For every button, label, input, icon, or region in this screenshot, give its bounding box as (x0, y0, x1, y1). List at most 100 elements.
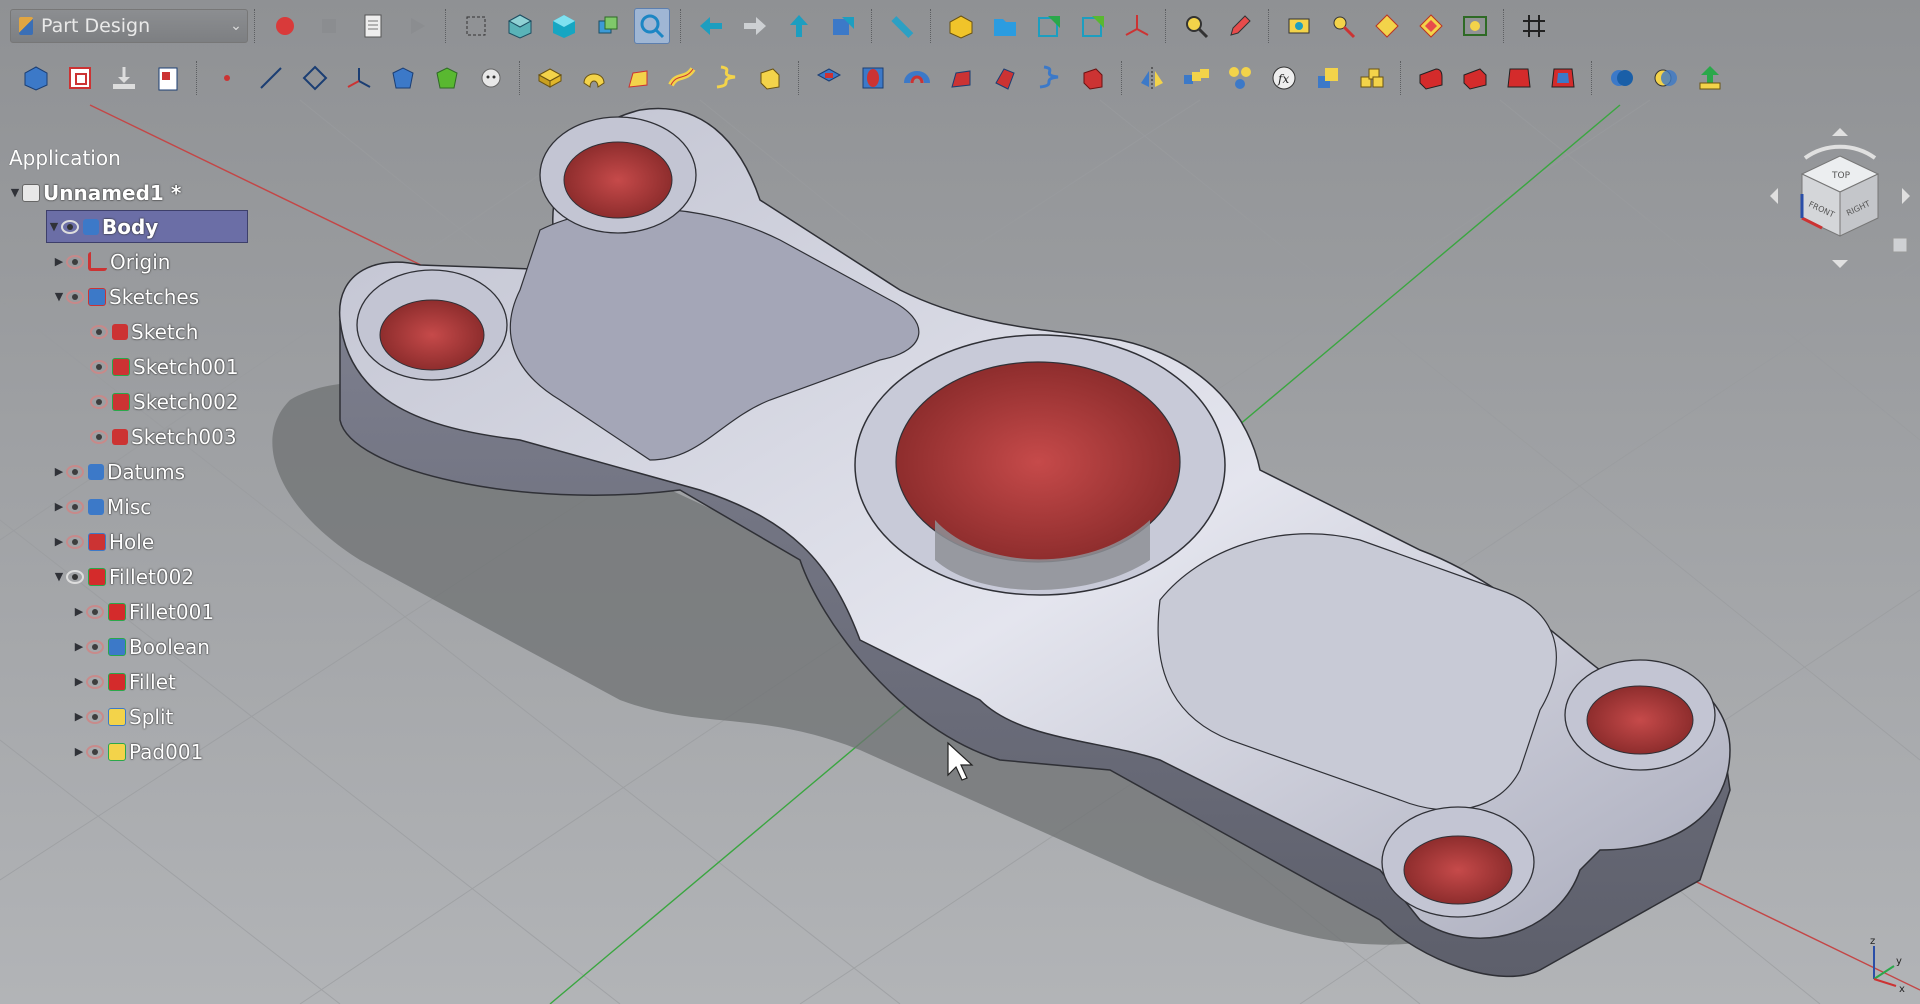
tree-item-sketch002[interactable]: Sketch002 (90, 385, 239, 418)
clone-button[interactable] (473, 60, 509, 96)
linear-pattern-button[interactable] (1178, 60, 1214, 96)
expand-arrow-icon[interactable]: ▶ (72, 640, 86, 653)
tree-item-misc[interactable]: ▶ Misc (52, 490, 151, 523)
visibility-eye-icon[interactable] (66, 289, 84, 304)
tree-item-fillet[interactable]: ▶ Fillet (72, 665, 176, 698)
tree-item-fillet002[interactable]: ▼ Fillet002 (52, 560, 194, 593)
expand-arrow-icon[interactable]: ▶ (52, 465, 66, 478)
split-button[interactable] (1648, 60, 1684, 96)
collapse-arrow-icon[interactable]: ▼ (52, 570, 66, 583)
subtractive-pipe-button[interactable] (987, 60, 1023, 96)
subtractive-helix-button[interactable] (1031, 60, 1067, 96)
macro-run-button[interactable] (399, 8, 435, 44)
view-isometric-button[interactable] (502, 8, 538, 44)
visibility-eye-icon[interactable] (66, 464, 84, 479)
additive-primitive-button[interactable] (752, 60, 788, 96)
sub-shape-binder-button[interactable] (150, 60, 186, 96)
sync-view-button[interactable] (1281, 8, 1317, 44)
toggle-grid-button[interactable] (1516, 8, 1552, 44)
tree-item-split[interactable]: ▶ Split (72, 700, 174, 733)
origin-button[interactable] (1119, 8, 1155, 44)
visibility-eye-icon[interactable] (86, 709, 104, 724)
visibility-eye-icon[interactable] (61, 219, 79, 234)
visibility-eye-icon[interactable] (90, 394, 108, 409)
macro-stop-button[interactable] (311, 8, 347, 44)
collapse-arrow-icon[interactable]: ▼ (52, 290, 66, 303)
up-button[interactable] (781, 8, 817, 44)
subtractive-primitive-button[interactable] (1075, 60, 1111, 96)
make-link-button[interactable] (1031, 8, 1067, 44)
additive-pipe-button[interactable] (664, 60, 700, 96)
macro-record-button[interactable] (267, 8, 303, 44)
visibility-eye-icon[interactable] (86, 604, 104, 619)
multi-pattern-button[interactable] (1354, 60, 1390, 96)
pad-button[interactable] (532, 60, 568, 96)
record-selection-button[interactable] (1457, 8, 1493, 44)
pocket-button[interactable] (811, 60, 847, 96)
datum-line-button[interactable] (253, 60, 289, 96)
thickness-button[interactable] (1545, 60, 1581, 96)
tree-item-hole[interactable]: ▶ Hole (52, 525, 154, 558)
visibility-eye-icon[interactable] (90, 324, 108, 339)
expand-arrow-icon[interactable]: ▶ (72, 675, 86, 688)
visibility-eye-icon[interactable] (66, 569, 84, 584)
additive-helix-button[interactable] (708, 60, 744, 96)
tree-collapse-button[interactable] (1222, 8, 1258, 44)
scaled-button[interactable] (1310, 60, 1346, 96)
datum-plane-button[interactable] (297, 60, 333, 96)
fit-all-button[interactable] (634, 8, 670, 44)
std-views-button[interactable] (590, 8, 626, 44)
sub-binder-button[interactable] (429, 60, 465, 96)
create-sketch-button[interactable] (62, 60, 98, 96)
visibility-eye-icon[interactable] (86, 674, 104, 689)
tree-item-boolean[interactable]: ▶ Boolean (72, 630, 210, 663)
tree-item-sketch[interactable]: Sketch (90, 315, 198, 348)
box-select-button[interactable] (458, 8, 494, 44)
hole-button[interactable] (855, 60, 891, 96)
visibility-eye-icon[interactable] (66, 534, 84, 549)
shape-binder-button[interactable] (385, 60, 421, 96)
chamfer-button[interactable] (1457, 60, 1493, 96)
expand-arrow-icon[interactable]: ▶ (72, 605, 86, 618)
local-cs-button[interactable] (341, 60, 377, 96)
back-button[interactable] (693, 8, 729, 44)
visibility-eye-icon[interactable] (90, 359, 108, 374)
3d-viewport[interactable] (0, 0, 1920, 1004)
additive-loft-button[interactable] (620, 60, 656, 96)
navigation-cube[interactable]: TOP FRONT RIGHT (1760, 118, 1920, 278)
tree-item-origin[interactable]: ▶ Origin (52, 245, 171, 278)
visibility-eye-icon[interactable] (66, 499, 84, 514)
macro-edit-button[interactable] (355, 8, 391, 44)
arrow-left-icon[interactable] (1770, 188, 1778, 204)
draft-button[interactable] (1501, 60, 1537, 96)
visibility-eye-icon[interactable] (86, 744, 104, 759)
draw-style-button[interactable] (546, 8, 582, 44)
expand-arrow-icon[interactable]: ▶ (52, 500, 66, 513)
cube-menu-icon[interactable] (1892, 237, 1908, 253)
forward-button[interactable] (737, 8, 773, 44)
create-part-button[interactable] (943, 8, 979, 44)
tree-item-fillet001[interactable]: ▶ Fillet001 (72, 595, 214, 628)
datum-point-button[interactable] (209, 60, 245, 96)
tree-item-sketch001[interactable]: Sketch001 (90, 350, 239, 383)
boolean-button[interactable] (1604, 60, 1640, 96)
arrow-right-icon[interactable] (1902, 188, 1910, 204)
measure-button[interactable] (884, 8, 920, 44)
mirrored-button[interactable] (1134, 60, 1170, 96)
sync-placement-button[interactable] (1369, 8, 1405, 44)
multi-transform-button[interactable]: fx (1266, 60, 1302, 96)
sync-selection-button[interactable] (1325, 8, 1361, 44)
migrate-button[interactable] (1692, 60, 1728, 96)
tree-item-body[interactable]: ▼ Body (46, 210, 248, 243)
tree-item-document[interactable]: ▼ Unnamed1 * (8, 176, 182, 209)
expand-arrow-icon[interactable]: ▶ (72, 710, 86, 723)
link-actions-button[interactable] (1075, 8, 1111, 44)
tree-item-sketch003[interactable]: Sketch003 (90, 420, 237, 453)
create-group-button[interactable] (987, 8, 1023, 44)
tree-select-button[interactable] (1178, 8, 1214, 44)
visibility-eye-icon[interactable] (90, 429, 108, 444)
fillet-button[interactable] (1413, 60, 1449, 96)
link-button[interactable] (825, 8, 861, 44)
expand-arrow-icon[interactable]: ▶ (52, 255, 66, 268)
create-body-button[interactable] (18, 60, 54, 96)
